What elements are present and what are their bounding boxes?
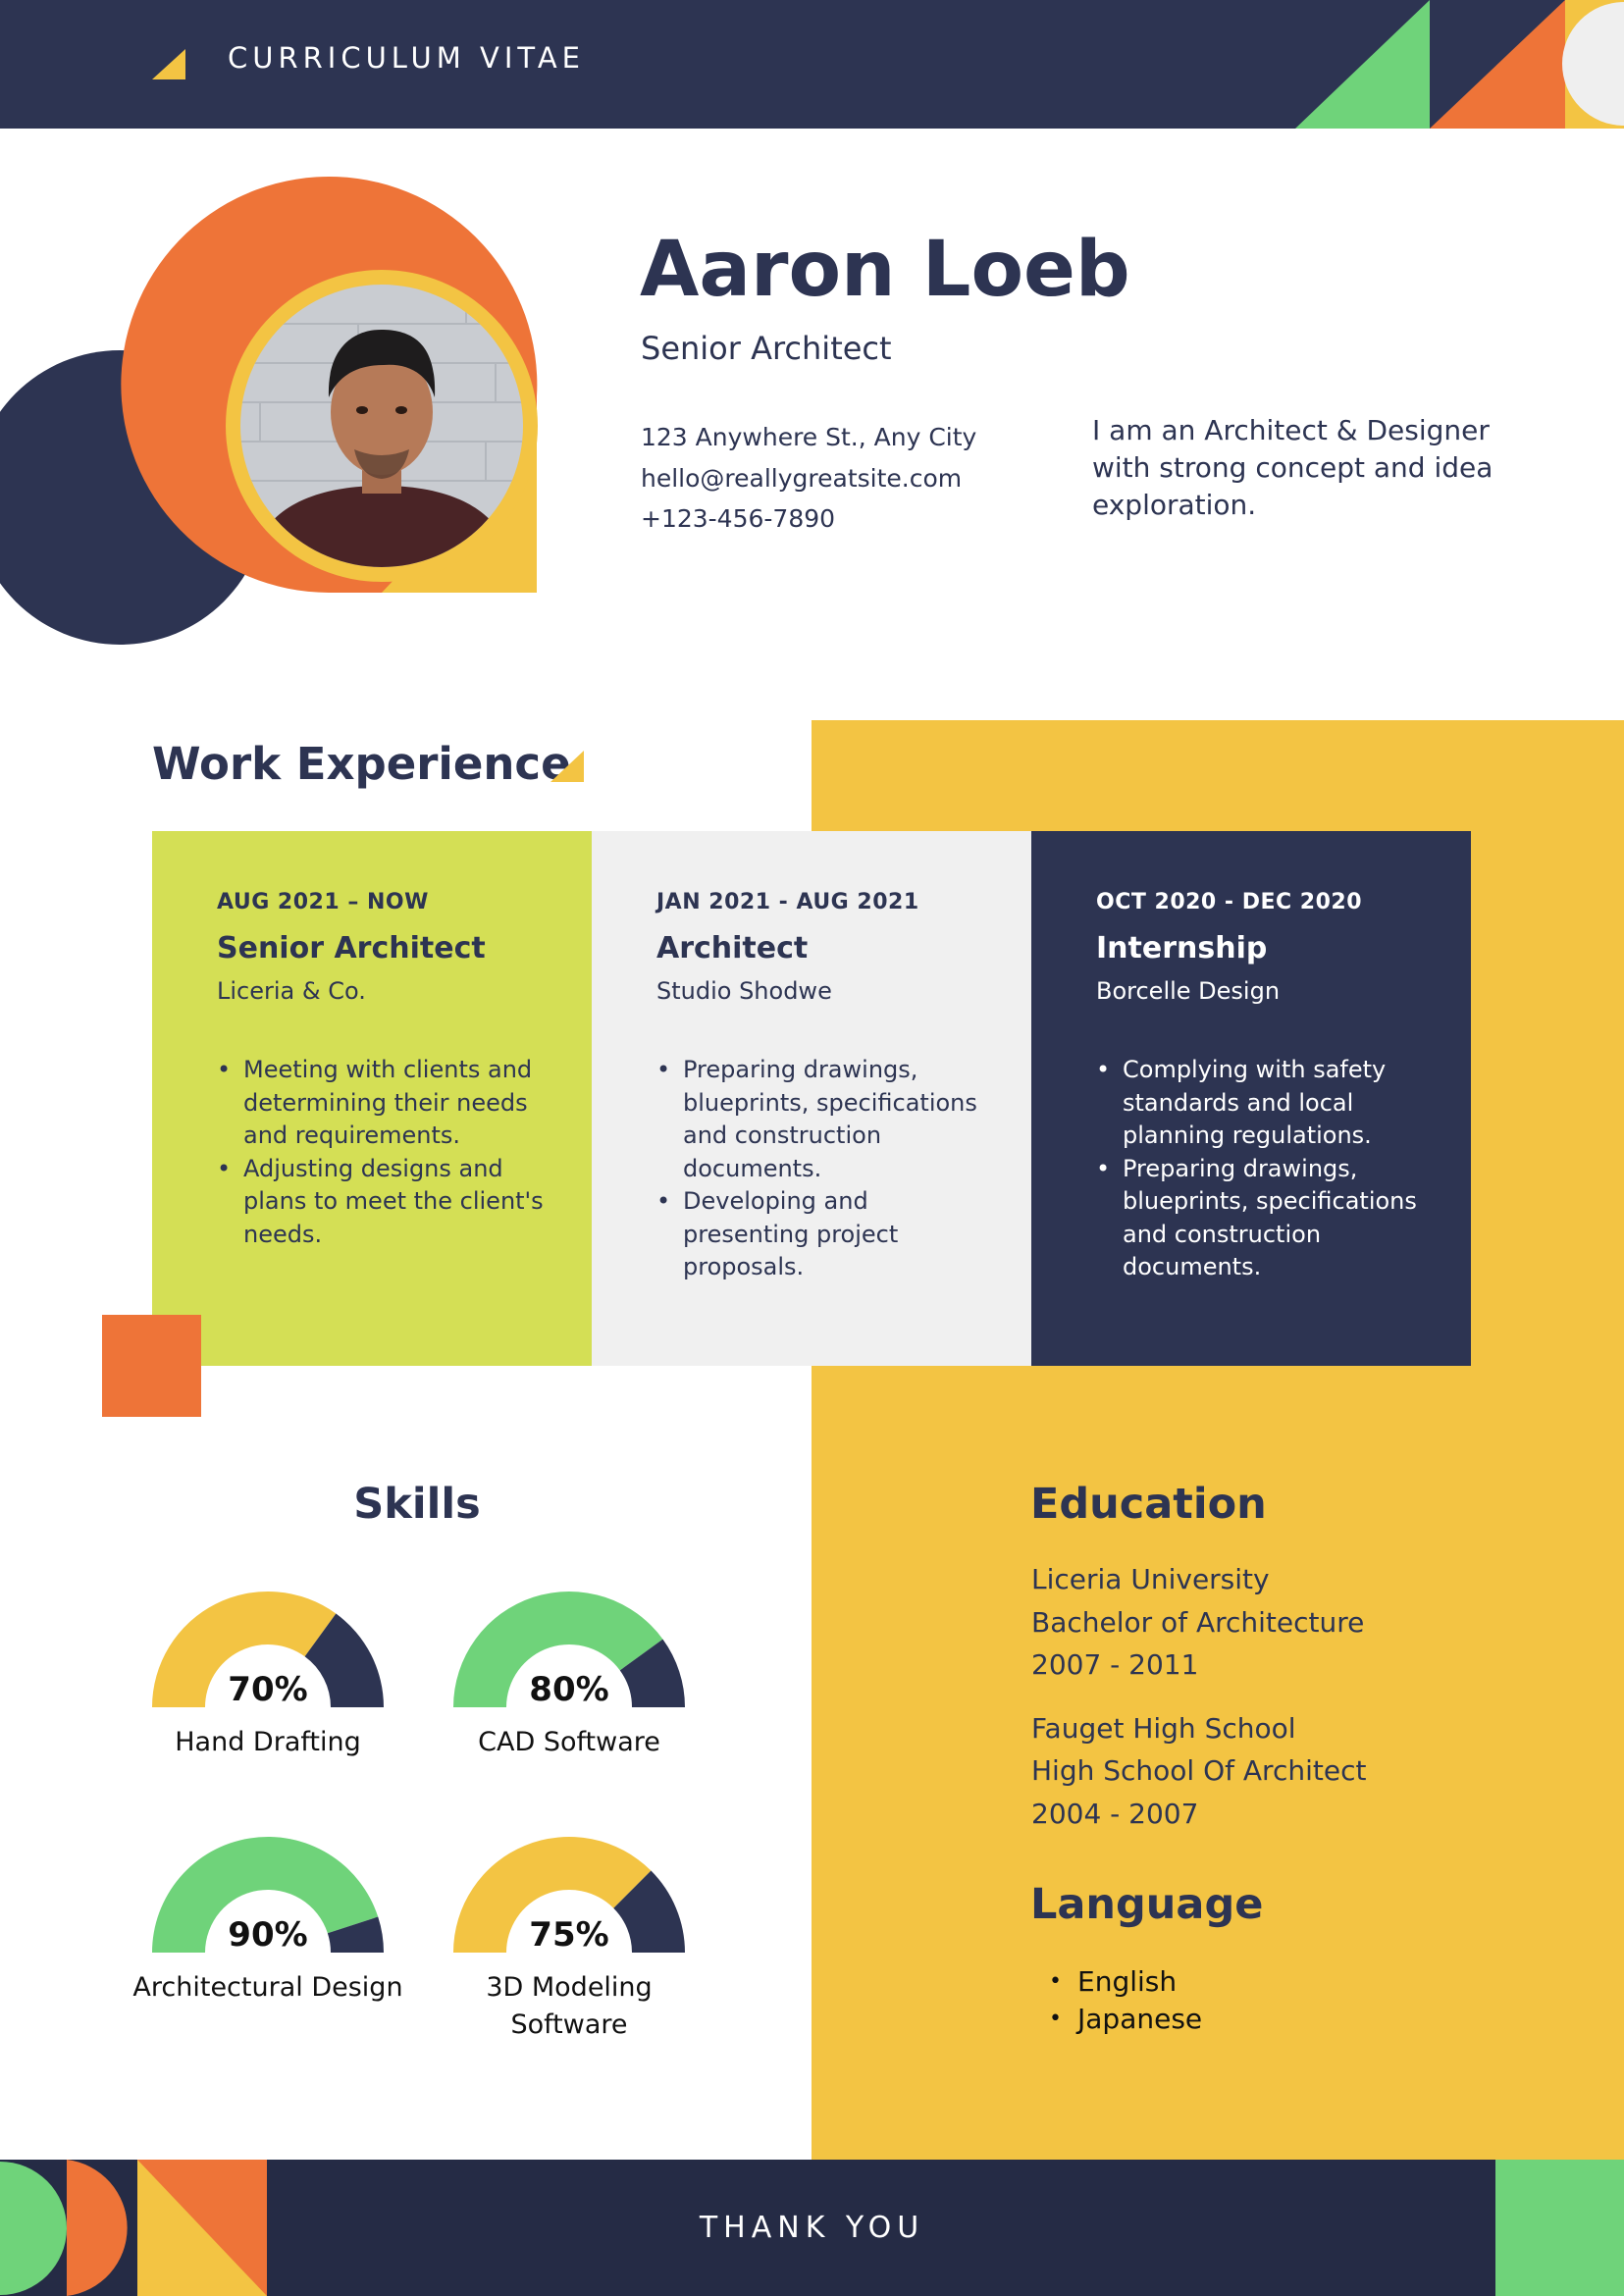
footer-square-decoration <box>1495 2160 1624 2296</box>
job-duty: Complying with safety standards and loca… <box>1096 1054 1440 1153</box>
education-school: Fauget High School <box>1031 1712 1296 1745</box>
education-heading: Education <box>1030 1480 1267 1529</box>
skill-name: CAD Software <box>478 1727 660 1757</box>
language-item: English <box>1049 1963 1202 2001</box>
education-degree: Bachelor of Architecture <box>1031 1606 1365 1639</box>
job-company: Liceria & Co. <box>217 977 366 1005</box>
job-role: Senior Architect <box>217 931 486 965</box>
language-list: English Japanese <box>1049 1963 1202 2038</box>
contact-phone[interactable]: +123-456-7890 <box>641 504 835 533</box>
education-degree: High School Of Architect <box>1031 1754 1367 1787</box>
language-item: Japanese <box>1049 2001 1202 2038</box>
footer-bar: THANK YOU <box>0 2160 1624 2296</box>
skill-name: Hand Drafting <box>175 1727 361 1757</box>
skill-percent: 70% <box>228 1670 308 1709</box>
job-duties-list: Complying with safety standards and loca… <box>1096 1054 1440 1284</box>
triangle-decoration <box>550 751 584 782</box>
header-bar: CURRICULUM VITAE <box>0 0 1624 129</box>
job-card: AUG 2021 – NOW Senior Architect Liceria … <box>152 831 592 1366</box>
job-company: Studio Shodwe <box>656 977 832 1005</box>
full-name: Aaron Loeb <box>640 226 1130 314</box>
triangle-decoration <box>152 49 185 79</box>
header-geometric-decoration <box>1295 0 1624 129</box>
document-title: CURRICULUM VITAE <box>228 41 585 75</box>
job-duty: Preparing drawings, blueprints, specific… <box>656 1054 1000 1185</box>
education-years: 2007 - 2011 <box>1031 1648 1199 1681</box>
skill-item: 90% Architectural Design <box>128 1835 403 2090</box>
job-duty: Developing and presenting project propos… <box>656 1185 1000 1284</box>
thank-you-text: THANK YOU <box>699 2211 925 2245</box>
job-duties-list: Preparing drawings, blueprints, specific… <box>656 1054 1000 1284</box>
contact-address: 123 Anywhere St., Any City <box>641 423 977 451</box>
skill-percent: 90% <box>228 1915 308 1955</box>
language-heading: Language <box>1030 1880 1264 1929</box>
job-duty: Preparing drawings, blueprints, specific… <box>1096 1153 1440 1284</box>
skills-heading: Skills <box>353 1480 481 1529</box>
job-role: Architect <box>656 931 809 965</box>
job-duties-list: Meeting with clients and determining the… <box>217 1054 560 1251</box>
job-card: JAN 2021 - AUG 2021 Architect Studio Sho… <box>592 831 1031 1366</box>
job-company: Borcelle Design <box>1096 977 1281 1005</box>
skill-item: 80% CAD Software <box>429 1590 685 1845</box>
education-school: Liceria University <box>1031 1563 1270 1595</box>
skill-name: 3D Modeling Software <box>486 1972 653 2040</box>
skill-percent: 80% <box>529 1670 609 1709</box>
profile-photo <box>240 285 523 567</box>
about-text: I am an Architect & Designer with strong… <box>1092 414 1493 521</box>
education-years: 2004 - 2007 <box>1031 1798 1199 1830</box>
job-card: OCT 2020 - DEC 2020 Internship Borcelle … <box>1031 831 1471 1366</box>
job-date: JAN 2021 - AUG 2021 <box>656 890 919 914</box>
job-date: OCT 2020 - DEC 2020 <box>1096 890 1363 914</box>
contact-email[interactable]: hello@reallygreatsite.com <box>641 464 962 493</box>
job-duty: Meeting with clients and determining the… <box>217 1054 560 1153</box>
job-date: AUG 2021 – NOW <box>217 890 429 914</box>
skill-name: Architectural Design <box>132 1972 403 2003</box>
skill-item: 70% Hand Drafting <box>128 1590 384 1845</box>
skill-percent: 75% <box>529 1915 609 1955</box>
job-duty: Adjusting designs and plans to meet the … <box>217 1153 560 1252</box>
skill-item: 75% 3D Modeling Software <box>429 1835 685 2090</box>
job-role: Internship <box>1096 931 1268 965</box>
work-experience-heading: Work Experience <box>152 738 571 790</box>
job-title: Senior Architect <box>641 330 892 367</box>
square-decoration <box>102 1315 201 1417</box>
